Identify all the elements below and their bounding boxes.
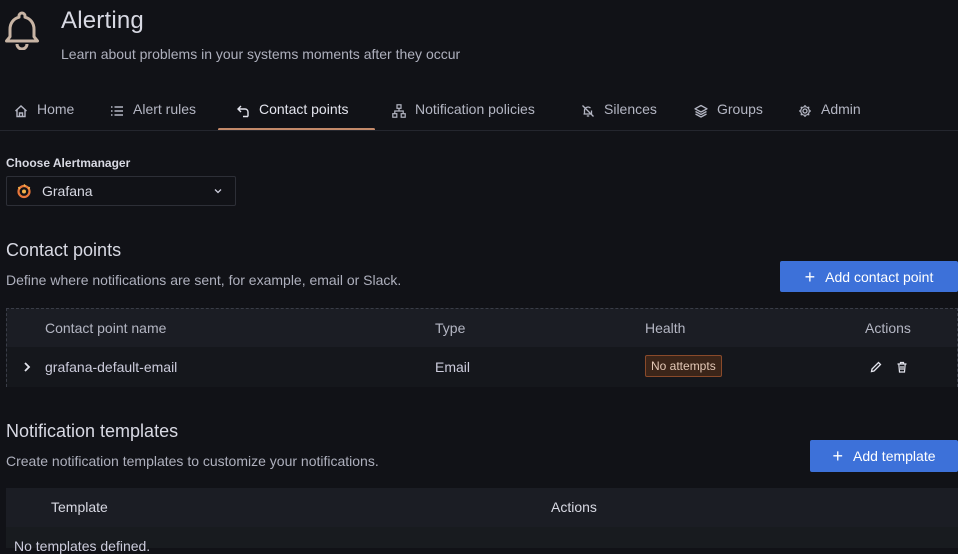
alertmanager-label: Choose Alertmanager	[6, 156, 131, 170]
grafana-logo-icon	[17, 184, 31, 199]
tab-silences[interactable]: Silences	[581, 101, 657, 131]
tabs-divider	[0, 130, 958, 131]
chevron-down-icon	[214, 189, 222, 194]
notification-templates-description: Create notification templates to customi…	[6, 453, 379, 469]
edit-icon[interactable]	[870, 361, 882, 373]
alertmanager-select[interactable]: Grafana	[6, 176, 236, 206]
trash-icon[interactable]	[896, 361, 908, 373]
bell-icon	[5, 11, 39, 50]
chevron-right-icon[interactable]	[22, 361, 32, 373]
contact-points-description: Define where notifications are sent, for…	[6, 272, 402, 288]
contact-points-table: Contact point name Type Health Actions g…	[6, 308, 958, 387]
tab-label: Silences	[604, 101, 657, 117]
column-header: Type	[435, 320, 466, 336]
tab-home[interactable]: Home	[14, 101, 74, 131]
add-template-label: Add template	[853, 448, 936, 464]
contact-points-heading: Contact points	[6, 240, 122, 260]
tab-label: Notification policies	[415, 101, 535, 117]
tab-contact-points[interactable]: Contact points	[236, 101, 349, 131]
column-header: Actions	[865, 320, 911, 336]
column-header: Health	[645, 320, 686, 336]
plus-icon: +	[832, 446, 843, 466]
table-header: Contact point name Type Health Actions	[7, 309, 957, 347]
notification-templates-heading: Notification templates	[6, 421, 179, 441]
column-header: Template	[51, 499, 108, 515]
add-contact-point-label: Add contact point	[825, 268, 934, 285]
tab-label: Home	[37, 101, 75, 117]
page-title: Alerting	[61, 7, 144, 34]
templates-empty-message: No templates defined.	[14, 538, 151, 554]
alertmanager-selected-value: Grafana	[42, 183, 93, 199]
tab-label: Contact points	[259, 101, 349, 117]
tab-groups[interactable]: Groups	[694, 101, 763, 131]
add-contact-point-button[interactable]: + Add contact point	[780, 261, 958, 292]
list-icon	[111, 106, 123, 116]
contact-icon	[237, 105, 249, 118]
sitemap-icon	[392, 104, 406, 118]
health-status-badge: No attempts	[645, 355, 722, 377]
table-row: grafana-default-email Email No attempts	[7, 347, 957, 387]
tab-admin[interactable]: Admin	[798, 101, 861, 131]
tab-notification-policies[interactable]: Notification policies	[392, 101, 535, 131]
tab-label: Admin	[821, 101, 861, 117]
templates-table: Template Actions No templates defined.	[6, 488, 958, 554]
contact-point-name: grafana-default-email	[45, 359, 178, 375]
contact-point-type: Email	[435, 359, 471, 375]
column-header: Actions	[551, 499, 597, 515]
tab-label: Alert rules	[133, 101, 197, 117]
layers-icon	[694, 104, 708, 118]
cog-icon	[799, 105, 811, 117]
bell-slash-icon	[582, 105, 594, 117]
tab-label: Groups	[717, 101, 763, 117]
plus-icon: +	[804, 266, 816, 287]
tab-alert-rules[interactable]: Alert rules	[110, 101, 196, 131]
home-icon	[15, 105, 27, 118]
page-subtitle: Learn about problems in your systems mom…	[61, 46, 461, 62]
column-header: Contact point name	[45, 320, 167, 336]
table-header: Template Actions	[6, 488, 958, 527]
add-template-button[interactable]: + Add template	[810, 440, 958, 472]
tab-bar: Home Alert rules Contact points Notifica…	[0, 101, 958, 131]
